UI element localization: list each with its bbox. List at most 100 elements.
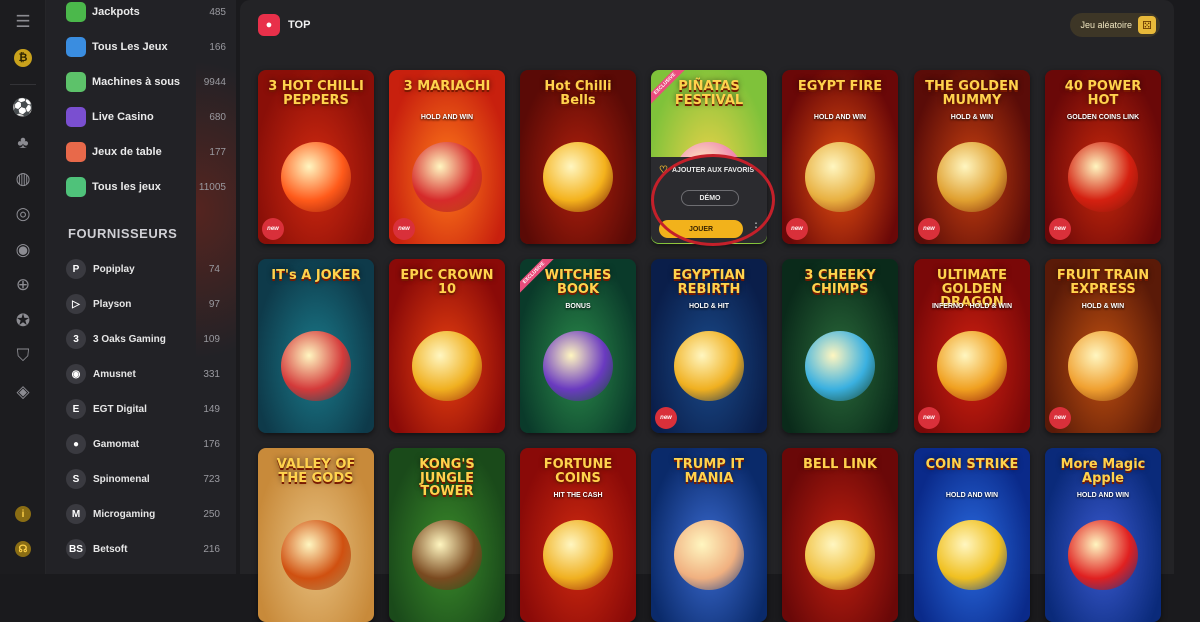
provider-count: 250 [203, 508, 220, 520]
game-tile[interactable]: VALLEY OF THE GODS [258, 448, 374, 622]
game-subtitle: HOLD AND WIN [813, 114, 867, 121]
game-artwork [543, 331, 613, 401]
provider-logo-icon: ● [66, 434, 86, 454]
more-options-icon[interactable]: ⋮ [750, 221, 762, 233]
provider-item[interactable]: ◉ Amusnet 331 [66, 363, 220, 385]
game-subtitle: HOLD & HIT [688, 303, 730, 310]
sidebar-category[interactable]: Live Casino 680 [66, 106, 226, 128]
game-artwork [937, 331, 1007, 401]
game-artwork [412, 520, 482, 590]
menu-icon[interactable]: ☰ [12, 11, 34, 33]
game-title: WITCHES BOOK [544, 268, 612, 297]
sidebar-category[interactable]: Machines à sous 9944 [66, 71, 226, 93]
star-badge-icon[interactable]: ✪ [12, 310, 34, 332]
game-artwork [543, 520, 613, 590]
game-tile[interactable]: EGYPTIAN REBIRTH HOLD & HIT new [651, 259, 767, 433]
game-artwork [281, 142, 351, 212]
game-artwork [412, 331, 482, 401]
dice-icon: ⚄ [1138, 16, 1156, 34]
category-count: 177 [209, 146, 226, 158]
game-tile[interactable]: WITCHES BOOK BONUS EXCLUSIVE [520, 259, 636, 433]
game-title: VALLEY OF THE GODS [276, 457, 356, 486]
provider-item[interactable]: M Microgaming 250 [66, 503, 220, 525]
game-hover-panel: ♡ AJOUTER AUX FAVORIS DÉMO JOUER ⋮ [651, 157, 767, 243]
demo-button[interactable]: DÉMO [681, 190, 739, 206]
game-tile[interactable]: 3 MARIACHI HOLD AND WIN new [389, 70, 505, 244]
support-icon[interactable]: ☊ [15, 541, 31, 557]
game-tile[interactable]: IT's A JOKER [258, 259, 374, 433]
sidebar-category[interactable]: Tous les jeux 11005 [66, 176, 226, 198]
new-badge: new [786, 218, 808, 240]
provider-label: Gamomat [93, 438, 140, 450]
card-suit-icon[interactable]: ♣ [12, 132, 34, 154]
sidebar-category[interactable]: Tous Les Jeux 166 [66, 36, 226, 58]
game-tile[interactable]: BELL LINK [782, 448, 898, 622]
game-title: TRUMP IT MANIA [673, 457, 745, 486]
game-artwork [281, 520, 351, 590]
crosshair-icon[interactable]: ⊕ [12, 274, 34, 296]
game-artwork [937, 520, 1007, 590]
game-tile[interactable]: 40 POWER HOT GOLDEN COINS LINK new [1045, 70, 1161, 244]
game-title: COIN STRIKE [925, 457, 1019, 472]
new-badge: new [918, 407, 940, 429]
provider-item[interactable]: ▷ Playson 97 [66, 293, 220, 315]
section-title: TOP [288, 19, 311, 31]
game-artwork [1068, 520, 1138, 590]
provider-label: Playson [93, 298, 132, 310]
play-button[interactable]: JOUER [659, 220, 743, 238]
game-title: FRUIT TRAIN EXPRESS [1056, 268, 1150, 297]
category-icon [66, 2, 86, 22]
game-title: EGYPT FIRE [797, 79, 883, 94]
game-artwork [1068, 142, 1138, 212]
provider-logo-icon: BS [66, 539, 86, 559]
category-icon [66, 72, 86, 92]
game-artwork [674, 331, 744, 401]
signal-icon[interactable]: ◎ [12, 203, 34, 225]
game-title: BELL LINK [803, 457, 877, 472]
provider-item[interactable]: 3 3 Oaks Gaming 109 [66, 328, 220, 350]
sidebar: Jackpots 485 Tous Les Jeux 166 Machines à so… [46, 0, 236, 574]
info-icon[interactable]: i [15, 506, 31, 522]
provider-item[interactable]: E EGT Digital 149 [66, 398, 220, 420]
game-tile[interactable]: More Magic Apple HOLD AND WIN [1045, 448, 1161, 622]
game-tile[interactable]: FORTUNE COINS HIT THE CASH [520, 448, 636, 622]
game-title: EPIC CROWN 10 [400, 268, 494, 297]
cash-icon[interactable]: ◈ [12, 381, 34, 403]
provider-item[interactable]: BS Betsoft 216 [66, 538, 220, 560]
game-tile[interactable]: THE GOLDEN MUMMY HOLD & WIN new [914, 70, 1030, 244]
game-tile[interactable]: FRUIT TRAIN EXPRESS HOLD & WIN new [1045, 259, 1161, 433]
provider-label: Spinomenal [93, 473, 150, 485]
coin-icon[interactable]: ₿ [14, 49, 32, 67]
provider-item[interactable]: ● Gamomat 176 [66, 433, 220, 455]
add-favorite-button[interactable]: ♡ AJOUTER AUX FAVORIS [659, 165, 754, 176]
sidebar-category[interactable]: Jackpots 485 [66, 1, 226, 23]
game-tile[interactable]: EGYPT FIRE HOLD AND WIN new [782, 70, 898, 244]
basketball-icon[interactable]: ◍ [12, 168, 34, 190]
game-tile[interactable]: KONG'S JUNGLE TOWER [389, 448, 505, 622]
game-artwork [937, 142, 1007, 212]
provider-count: 149 [203, 403, 220, 415]
sidebar-category[interactable]: Jeux de table 177 [66, 141, 226, 163]
provider-label: EGT Digital [93, 403, 147, 415]
game-tile[interactable]: ULTIMATE GOLDEN DRAGON INFERNO · HOLD & W… [914, 259, 1030, 433]
soccer-icon[interactable]: ⚽ [12, 97, 34, 119]
game-tile[interactable]: EPIC CROWN 10 [389, 259, 505, 433]
new-badge: new [655, 407, 677, 429]
game-tile[interactable]: 3 HOT CHILLI PEPPERS new [258, 70, 374, 244]
game-tile[interactable]: 3 CHEEKY CHIMPS [782, 259, 898, 433]
random-game-button[interactable]: Jeu aléatoire ⚄ [1070, 13, 1160, 37]
provider-item[interactable]: S Spinomenal 723 [66, 468, 220, 490]
target-icon[interactable]: ◉ [12, 239, 34, 261]
sidebar-glow [196, 60, 236, 360]
add-favorite-label: AJOUTER AUX FAVORIS [671, 167, 755, 174]
provider-logo-icon: ◉ [66, 364, 86, 384]
category-label: Jackpots [92, 6, 140, 18]
game-artwork [805, 331, 875, 401]
game-tile[interactable]: Hot Chilli Bells [520, 70, 636, 244]
game-title: 3 MARIACHI [403, 79, 491, 94]
provider-item[interactable]: P Popiplay 74 [66, 258, 220, 280]
game-tile[interactable]: TRUMP IT MANIA [651, 448, 767, 622]
game-subtitle: GOLDEN COINS LINK [1066, 114, 1140, 121]
game-tile[interactable]: COIN STRIKE HOLD AND WIN [914, 448, 1030, 622]
shield-icon[interactable]: ⛉ [12, 345, 34, 367]
